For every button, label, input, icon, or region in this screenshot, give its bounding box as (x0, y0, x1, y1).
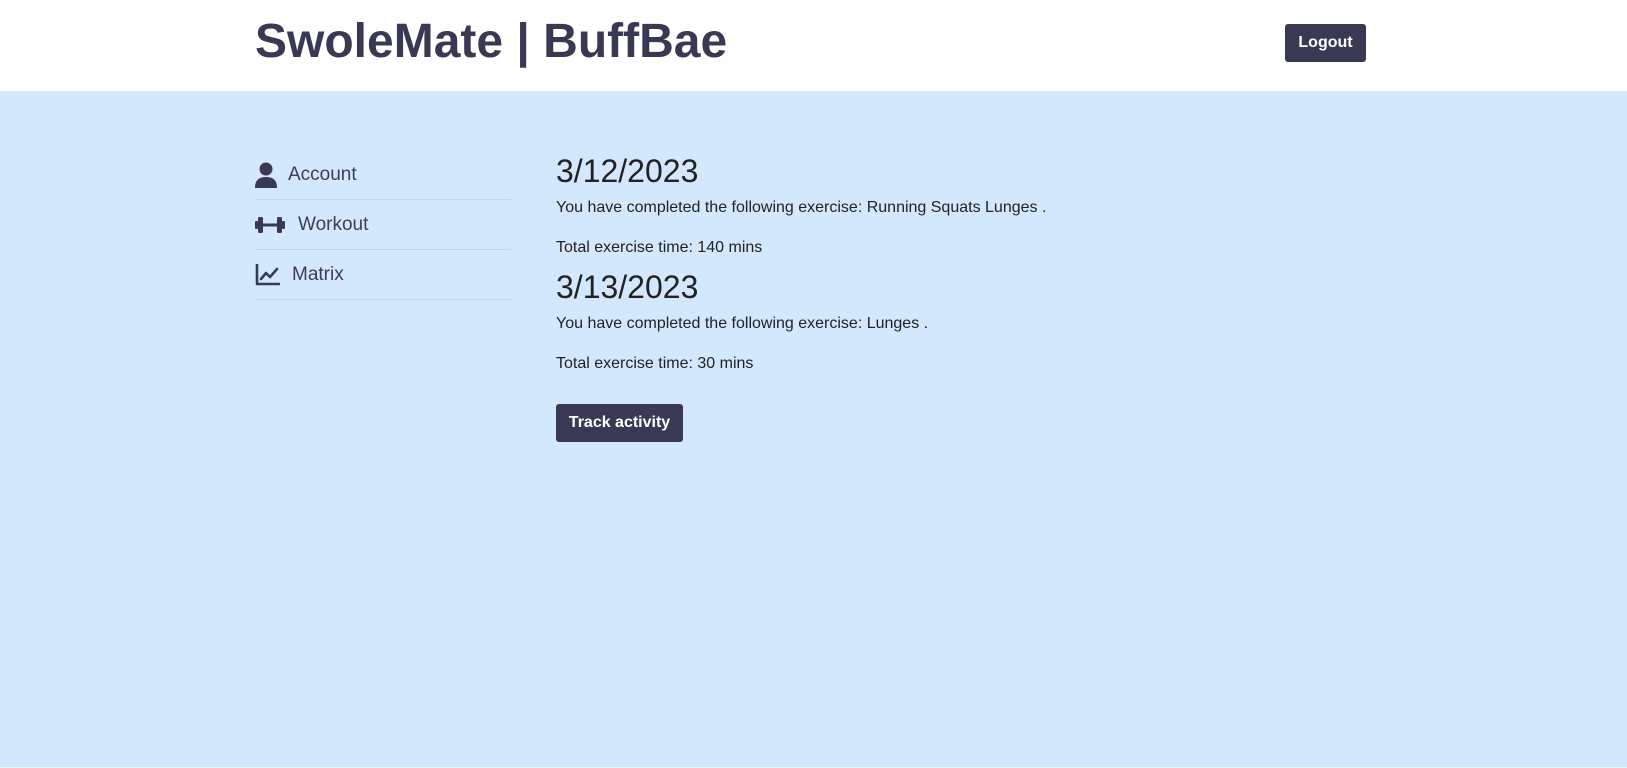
entry-exercises: You have completed the following exercis… (556, 199, 1047, 216)
entry-exercises: You have completed the following exercis… (556, 315, 929, 332)
top-header: SwoleMate | BuffBae Logout (0, 0, 1627, 91)
dumbbell-icon (255, 216, 285, 234)
sidebar-item-label: Account (288, 163, 357, 185)
entry-total-time: Total exercise time: 30 mins (556, 355, 754, 372)
entry-date: 3/13/2023 (556, 269, 699, 305)
sidebar-item-matrix[interactable]: Matrix (255, 250, 511, 300)
user-icon (255, 162, 277, 188)
activity-log: 3/12/2023 You have completed the followi… (556, 150, 1356, 374)
activity-entry: 3/13/2023 You have completed the followi… (556, 266, 1356, 374)
sidebar-item-account[interactable]: Account (255, 150, 511, 200)
logout-button[interactable]: Logout (1285, 24, 1366, 62)
sidebar-item-label: Matrix (292, 263, 344, 285)
sidebar-item-label: Workout (298, 213, 369, 235)
entry-date: 3/12/2023 (556, 153, 699, 189)
chart-line-icon (255, 263, 280, 286)
sidebar-nav: Account Workout Matrix (255, 150, 511, 300)
entry-total-time: Total exercise time: 140 mins (556, 239, 763, 256)
brand-title: SwoleMate | BuffBae (255, 15, 728, 68)
sidebar-item-workout[interactable]: Workout (255, 200, 511, 250)
activity-entry: 3/12/2023 You have completed the followi… (556, 150, 1356, 258)
track-activity-button[interactable]: Track activity (556, 404, 683, 442)
